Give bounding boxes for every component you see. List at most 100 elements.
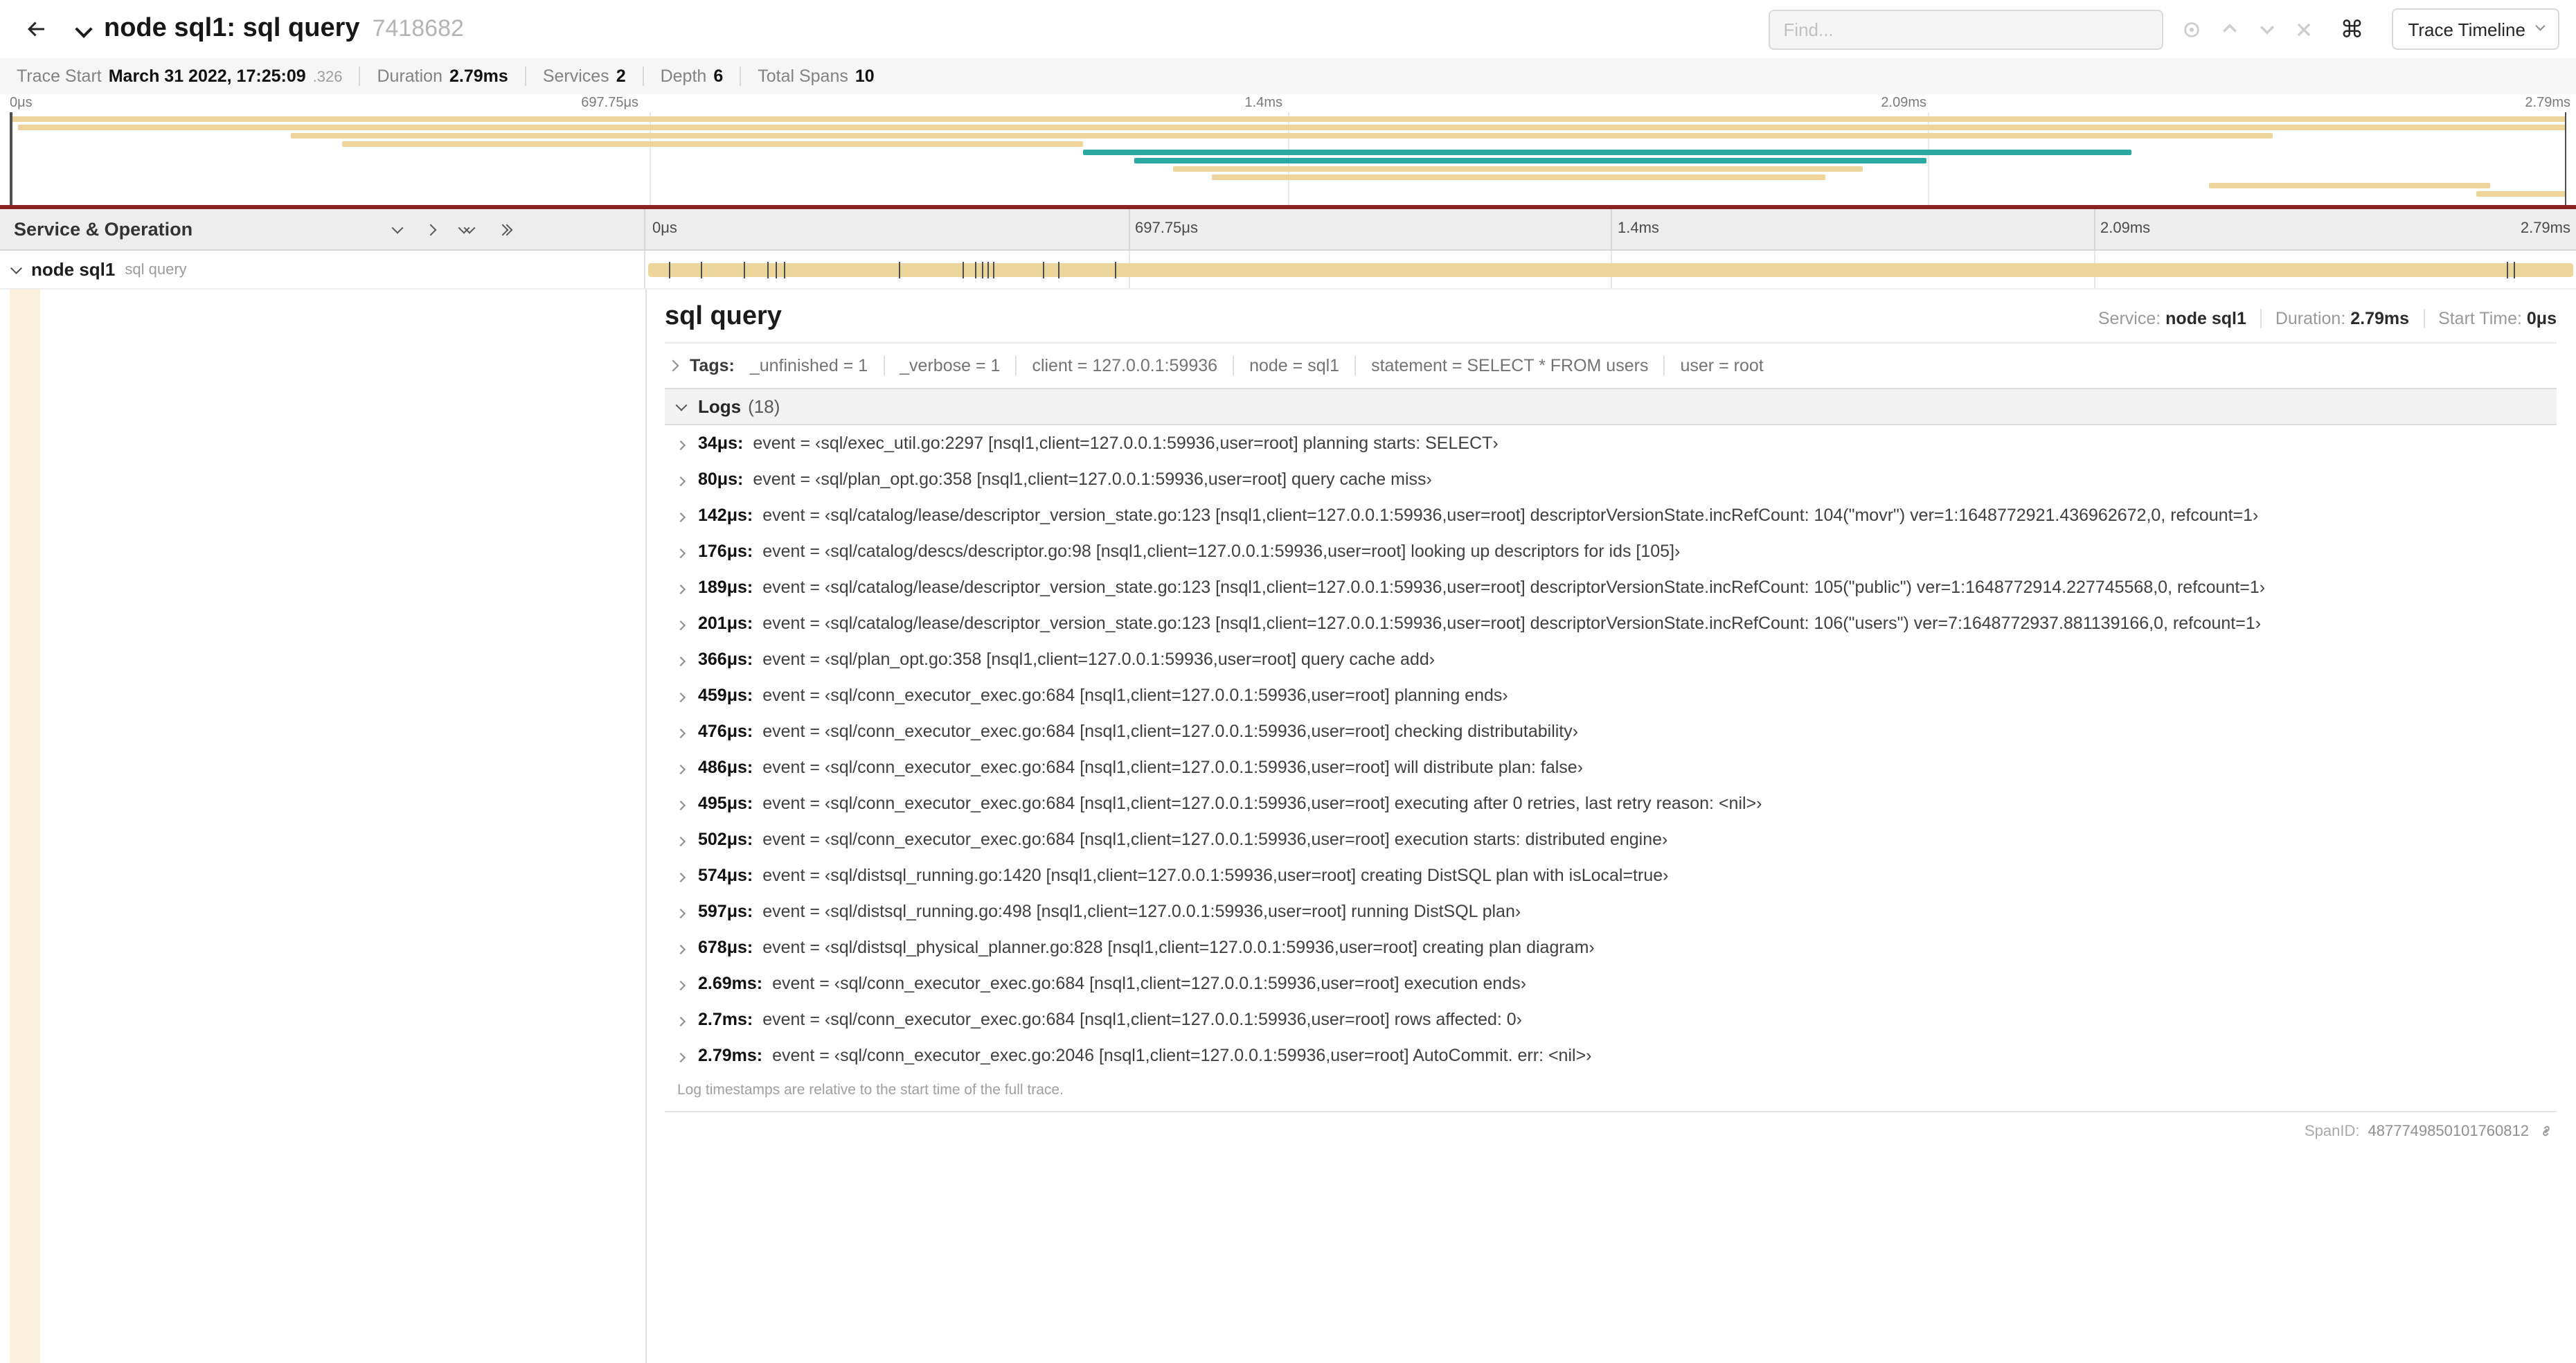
trace-summary-item: Services 2	[524, 66, 626, 86]
log-row[interactable]: 34μs: event = ‹sql/exec_util.go:2297 [nsq…	[665, 425, 2557, 461]
find-input[interactable]	[1768, 9, 2163, 49]
tags-summary-list: _unfinished = 1 _verbose = 1 client = 127.…	[750, 356, 1764, 375]
trace-summary-item: Duration 2.79ms	[359, 66, 508, 86]
logs-label: Logs	[698, 396, 742, 417]
span-detail-meta: Service: node sql1 Duration: 2.79ms Start …	[2098, 309, 2557, 328]
log-row[interactable]: 80μs: event = ‹sql/plan_opt.go:358 [nsql1…	[665, 461, 2557, 497]
summary-label: Services	[542, 66, 609, 86]
minimap-right-scrubber[interactable]	[2564, 112, 2566, 205]
chevron-down-icon[interactable]	[2257, 19, 2276, 39]
trace-header: node sql1: sql query 7418682 ⌘ Trace Tim…	[0, 0, 2576, 58]
log-message: event = ‹sql/conn_executor_exec.go:684 […	[762, 794, 1762, 813]
log-row[interactable]: 2.7ms: event = ‹sql/conn_executor_exec.go…	[665, 1001, 2557, 1037]
tag-key: _unfinished	[749, 356, 839, 375]
timeline-tick-label: 697.75μs	[1135, 220, 1198, 237]
chevron-up-icon[interactable]	[2219, 19, 2239, 39]
trace-summary-item: Trace Start March 31 2022, 17:25:09 .326	[17, 66, 343, 86]
meta-value: node sql1	[2165, 309, 2246, 328]
chevron-right-icon	[675, 944, 686, 955]
tag-value: 1	[990, 356, 1001, 375]
log-marker	[963, 262, 965, 278]
log-message: event = ‹sql/catalog/lease/descriptor_ve…	[762, 506, 2259, 525]
log-message: event = ‹sql/plan_opt.go:358 [nsql1,clie…	[753, 470, 1432, 489]
trace-view-dropdown[interactable]: Trace Timeline	[2391, 8, 2559, 50]
log-marker	[767, 262, 769, 278]
back-button[interactable]	[17, 10, 55, 48]
chevron-right-icon	[675, 836, 686, 847]
span-row[interactable]: node sql1 sql query	[0, 251, 2576, 289]
log-timestamp: 459μs:	[698, 686, 753, 705]
logs-count: (18)	[748, 396, 780, 417]
span-id-label: SpanID:	[2305, 1123, 2360, 1139]
chevron-down-icon[interactable]	[10, 262, 22, 274]
summary-value: March 31 2022, 17:25:09	[108, 66, 306, 86]
span-bar[interactable]	[648, 263, 2573, 277]
log-message: event = ‹sql/plan_opt.go:358 [nsql1,clie…	[762, 650, 1435, 669]
minimap-span	[2476, 191, 2566, 197]
collapse-trace-header-chevron-icon[interactable]	[75, 19, 93, 37]
tag-key: statement	[1371, 356, 1447, 375]
log-marker	[2514, 262, 2516, 278]
double-chevron-down-icon[interactable]	[458, 221, 475, 233]
chevron-down-icon[interactable]	[391, 221, 404, 233]
log-row[interactable]: 142μs: event = ‹sql/catalog/lease/descrip…	[665, 497, 2557, 533]
chevron-right-icon	[675, 584, 686, 595]
tag-item: _unfinished = 1	[749, 356, 868, 375]
log-row[interactable]: 486μs: event = ‹sql/conn_executor_exec.go…	[665, 749, 2557, 785]
summary-label: Duration	[377, 66, 443, 86]
span-timeline-viewport[interactable]	[645, 251, 2576, 288]
span-meta-item: Service: node sql1	[2098, 309, 2246, 328]
chevron-right-icon[interactable]	[424, 223, 437, 235]
meta-label: Duration:	[2275, 309, 2351, 328]
log-row[interactable]: 2.79ms: event = ‹sql/conn_executor_exec.g…	[665, 1037, 2557, 1074]
clear-search-icon[interactable]	[2294, 20, 2312, 38]
trace-id: 7418682	[372, 15, 464, 42]
timeline-gridline	[1611, 209, 1612, 249]
chevron-right-icon	[675, 1016, 686, 1027]
log-marker	[776, 262, 778, 278]
summary-value-suffix: .326	[312, 69, 343, 86]
log-row[interactable]: 574μs: event = ‹sql/distsql_running.go:14…	[665, 857, 2557, 893]
logs-header[interactable]: Logs (18)	[665, 388, 2557, 425]
tag-value: root	[1733, 356, 1764, 375]
minimap-canvas[interactable]	[0, 112, 2576, 205]
tags-label: Tags:	[690, 356, 735, 375]
log-row[interactable]: 476μs: event = ‹sql/conn_executor_exec.go…	[665, 713, 2557, 749]
log-row[interactable]: 459μs: event = ‹sql/conn_executor_exec.go…	[665, 677, 2557, 713]
deep-link-icon[interactable]	[2537, 1122, 2555, 1140]
log-row[interactable]: 502μs: event = ‹sql/conn_executor_exec.go…	[665, 821, 2557, 857]
log-message: event = ‹sql/distsql_running.go:1420 [ns…	[762, 866, 1669, 885]
log-row[interactable]: 189μs: event = ‹sql/catalog/lease/descrip…	[665, 569, 2557, 605]
span-name-column[interactable]: node sql1 sql query	[0, 251, 645, 288]
timeline-ruler: 0μs 697.75μs 1.4ms 2.09ms 2.79ms	[645, 209, 2576, 249]
log-row[interactable]: 2.69ms: event = ‹sql/conn_executor_exec.g…	[665, 965, 2557, 1001]
minimap-left-scrubber[interactable]	[10, 112, 12, 205]
tag-item: statement = SELECT * FROM users	[1354, 356, 1649, 375]
chevron-right-icon	[675, 872, 686, 883]
log-marker	[743, 262, 745, 278]
log-message: event = ‹sql/exec_util.go:2297 [nsql1,cl…	[753, 434, 1499, 453]
log-row[interactable]: 597μs: event = ‹sql/distsql_running.go:49…	[665, 893, 2557, 929]
log-row[interactable]: 495μs: event = ‹sql/conn_executor_exec.go…	[665, 785, 2557, 821]
log-row[interactable]: 201μs: event = ‹sql/catalog/lease/descrip…	[665, 605, 2557, 641]
minimap-span	[1211, 175, 1825, 180]
chevron-right-icon	[675, 440, 686, 451]
chevron-right-icon	[675, 656, 686, 667]
meta-value: 2.79ms	[2350, 309, 2410, 328]
log-timestamp: 2.69ms:	[698, 974, 763, 993]
tags-accordian[interactable]: Tags: _unfinished = 1 _verbose = 1 client …	[665, 344, 2557, 388]
log-timestamp: 574μs:	[698, 866, 753, 885]
keyboard-shortcuts-button[interactable]: ⌘	[2334, 15, 2369, 44]
minimap-tick-label: 1.4ms	[1244, 96, 1282, 111]
tag-item: node = sql1	[1233, 356, 1340, 375]
log-row[interactable]: 366μs: event = ‹sql/plan_opt.go:358 [nsql…	[665, 641, 2557, 677]
log-row[interactable]: 176μs: event = ‹sql/catalog/descs/descrip…	[665, 533, 2557, 569]
double-chevron-right-icon[interactable]	[496, 223, 513, 235]
timeline-tick-label: 2.79ms	[2520, 220, 2570, 237]
meta-value: 0μs	[2526, 309, 2557, 328]
minimap-tick-label: 0μs	[10, 96, 33, 111]
locate-icon[interactable]	[2181, 19, 2201, 39]
log-row[interactable]: 678μs: event = ‹sql/distsql_physical_plan…	[665, 929, 2557, 965]
chevron-right-icon	[675, 728, 686, 739]
timeline-tick-label: 2.09ms	[2100, 220, 2151, 237]
